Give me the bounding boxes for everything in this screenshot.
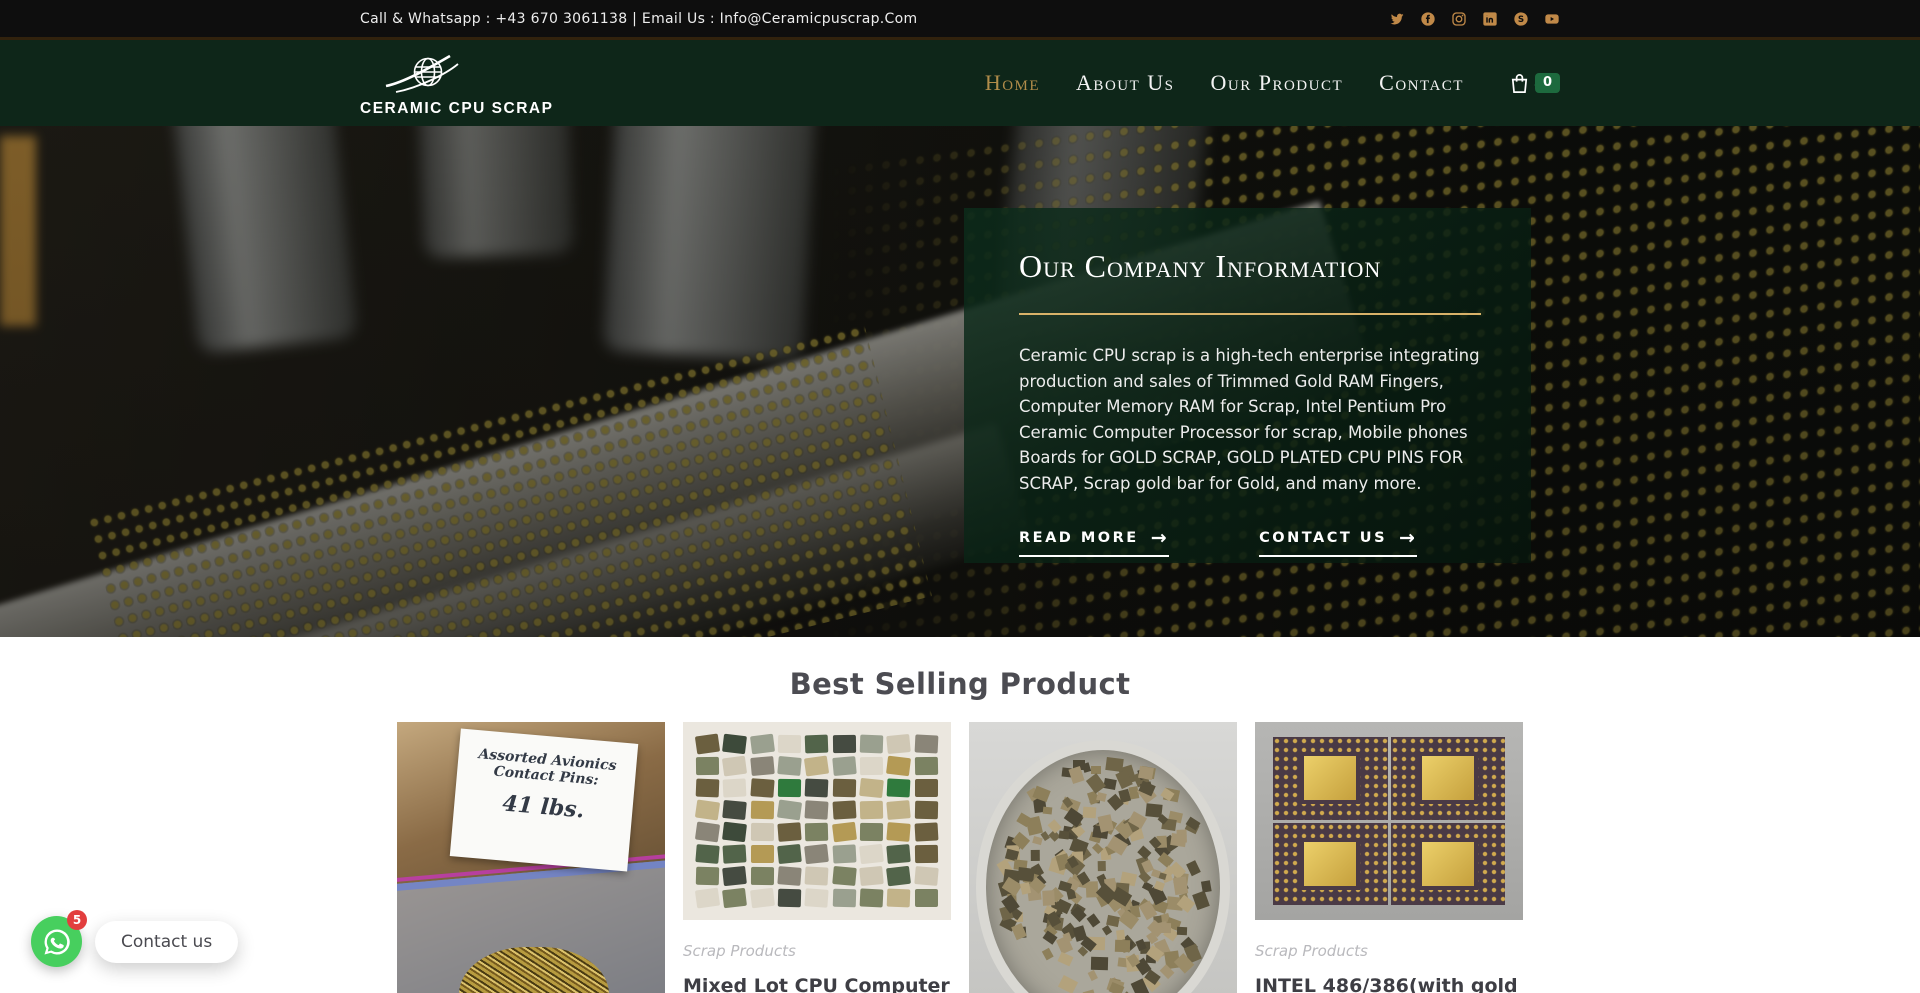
ceramic-cpu-graphic — [1273, 737, 1388, 820]
ceramic-cpu-graphic — [1273, 823, 1388, 906]
svg-text:S: S — [1518, 15, 1524, 25]
product-cards-row: Assorted Avionics Contact Pins: 41 lbs. … — [397, 722, 1523, 993]
instagram-icon[interactable] — [1451, 11, 1467, 27]
cart-count-badge: 0 — [1535, 73, 1560, 93]
product-image-capacitor-bowl[interactable] — [969, 722, 1237, 993]
read-more-button[interactable]: READ MORE → — [1019, 530, 1169, 557]
product-title[interactable]: Mixed Lot CPU Computer Processors – Sold… — [683, 973, 951, 993]
cpu-grid-pattern — [696, 735, 938, 907]
logo[interactable]: CERAMIC CPU SCRAP — [360, 48, 553, 118]
shopping-bag-icon — [1508, 72, 1531, 95]
product-card-mixed-cpus[interactable]: Scrap Products Mixed Lot CPU Computer Pr… — [683, 722, 951, 993]
whatsapp-widget: 5 Contact us — [31, 916, 238, 967]
company-info-title: Our Company Information — [1019, 248, 1481, 285]
brand-name: CERAMIC CPU SCRAP — [360, 100, 553, 118]
company-info-paragraph: Ceramic CPU scrap is a high-tech enterpr… — [1019, 343, 1481, 496]
product-title[interactable]: INTEL 486/386(with gold square) CPU for … — [1255, 973, 1523, 993]
gold-divider — [1019, 313, 1481, 315]
contact-info-text: Call & Whatsapp : +43 670 3061138 | Emai… — [360, 11, 917, 27]
cart-button[interactable]: 0 — [1508, 72, 1560, 95]
ceramic-cpu-graphic — [1391, 823, 1506, 906]
nav-our-product[interactable]: Our Product — [1211, 70, 1344, 96]
twitter-icon[interactable] — [1389, 11, 1405, 27]
youtube-icon[interactable] — [1544, 11, 1560, 27]
hero-section: Our Company Information Ceramic CPU scra… — [0, 126, 1920, 637]
company-info-panel: Our Company Information Ceramic CPU scra… — [964, 208, 1531, 563]
site-header: CERAMIC CPU SCRAP Home About Us Our Prod… — [0, 37, 1920, 126]
topbar: Call & Whatsapp : +43 670 3061138 | Emai… — [0, 0, 1920, 37]
handwritten-sign: Assorted Avionics Contact Pins: 41 lbs. — [450, 728, 638, 871]
whatsapp-button[interactable]: 5 — [31, 916, 82, 967]
product-image-intel-486[interactable] — [1255, 722, 1523, 920]
nav-home[interactable]: Home — [985, 70, 1040, 96]
chip-pile-pattern — [976, 740, 1230, 993]
product-category[interactable]: Scrap Products — [1255, 942, 1523, 960]
best-selling-section: Best Selling Product Assorted Avionics C… — [0, 637, 1920, 993]
skype-icon[interactable]: S — [1513, 11, 1529, 27]
product-card-ceramic-capacitors[interactable] — [969, 722, 1237, 993]
hero-background-image — [0, 126, 1920, 637]
product-category[interactable]: Scrap Products — [683, 942, 951, 960]
contact-us-button[interactable]: CONTACT US → — [1259, 530, 1417, 557]
product-image-mixed-cpus[interactable] — [683, 722, 951, 920]
main-nav: Home About Us Our Product Contact 0 — [985, 70, 1560, 96]
product-card-avionics-pins[interactable]: Assorted Avionics Contact Pins: 41 lbs. — [397, 722, 665, 993]
whatsapp-icon — [42, 927, 72, 957]
linkedin-icon[interactable] — [1482, 11, 1498, 27]
facebook-icon[interactable] — [1420, 11, 1436, 27]
nav-about-us[interactable]: About Us — [1076, 70, 1174, 96]
section-heading: Best Selling Product — [0, 667, 1920, 701]
whatsapp-contact-label[interactable]: Contact us — [95, 921, 238, 963]
ceramic-cpu-graphic — [1391, 737, 1506, 820]
notification-badge: 5 — [67, 910, 87, 930]
social-links: S — [1389, 11, 1560, 27]
product-image-avionics-pins[interactable]: Assorted Avionics Contact Pins: 41 lbs. — [397, 722, 665, 993]
nav-contact[interactable]: Contact — [1379, 70, 1464, 96]
globe-logo-icon — [366, 52, 484, 98]
product-card-intel-486[interactable]: Scrap Products INTEL 486/386(with gold s… — [1255, 722, 1523, 993]
